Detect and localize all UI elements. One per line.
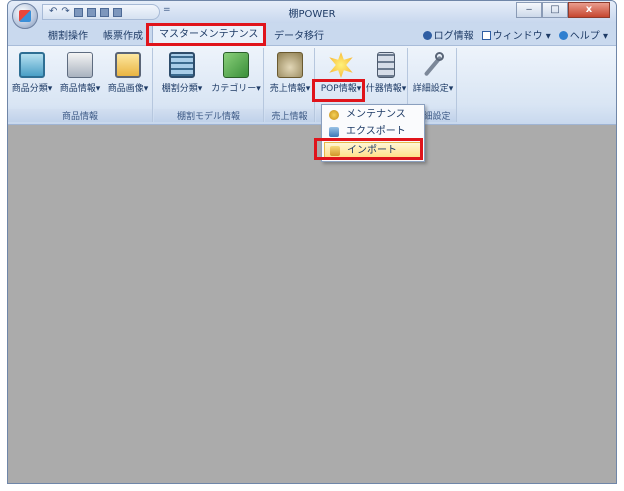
pop-info-button[interactable]: POP情報▾ bbox=[319, 52, 363, 94]
window-menu[interactable]: ウィンドウ ▾ bbox=[481, 27, 551, 42]
group-label-product-info: 商品情報 bbox=[8, 109, 152, 122]
minimize-button[interactable]: ‒ bbox=[516, 2, 542, 18]
pop-burst-icon bbox=[329, 52, 353, 78]
group-sales-info: 売上情報▾ 売上情報 bbox=[265, 48, 315, 122]
app-logo-icon bbox=[19, 10, 31, 22]
product-image-button[interactable]: 商品画像▾ bbox=[106, 52, 150, 94]
money-bag-icon bbox=[277, 52, 303, 78]
shelf-category-button[interactable]: 棚割分類▾ bbox=[158, 52, 206, 94]
export-icon bbox=[329, 127, 339, 137]
category-button[interactable]: カテゴリー▾ bbox=[210, 52, 262, 94]
product-category-button[interactable]: 商品分類▾ bbox=[10, 52, 54, 94]
detail-settings-button[interactable]: 詳細設定▾ bbox=[411, 52, 455, 94]
tab-data-migration[interactable]: データ移行 bbox=[274, 27, 324, 42]
app-window: ↶ ↷ = 棚POWER ‒ □ x 棚割操作 帳票作成 マスターメンテナンス … bbox=[7, 0, 617, 484]
workspace-area bbox=[8, 125, 616, 483]
shelf-category-icon bbox=[169, 52, 195, 78]
log-menu[interactable]: ログ情報 bbox=[422, 27, 474, 42]
maintenance-icon bbox=[329, 110, 339, 120]
fixture-rack-icon bbox=[377, 52, 395, 78]
title-bar: ↶ ↷ = 棚POWER ‒ □ x bbox=[8, 1, 616, 29]
maximize-button[interactable]: □ bbox=[542, 2, 568, 18]
menu-item-export[interactable]: エクスポート bbox=[324, 124, 422, 140]
menu-item-maintenance[interactable]: メンテナンス bbox=[324, 107, 422, 123]
tab-master-maintenance[interactable]: マスターメンテナンス bbox=[152, 25, 266, 45]
product-info-icon bbox=[67, 52, 93, 78]
import-icon bbox=[330, 146, 340, 156]
app-menu-button[interactable] bbox=[12, 3, 38, 29]
help-menu[interactable]: ヘルプ ▾ bbox=[558, 27, 608, 42]
product-info-button[interactable]: 商品情報▾ bbox=[58, 52, 102, 94]
group-label-shelf-model: 棚割モデル情報 bbox=[154, 109, 263, 122]
ribbon-tabs: 棚割操作 帳票作成 マスターメンテナンス データ移行 ログ情報 ウィンドウ ▾ … bbox=[8, 23, 616, 45]
product-category-icon bbox=[19, 52, 45, 78]
product-image-icon bbox=[115, 52, 141, 78]
window-icon bbox=[481, 31, 491, 40]
pop-info-dropdown: メンテナンス エクスポート インポート bbox=[321, 104, 425, 162]
category-icon bbox=[223, 52, 249, 78]
help-icon bbox=[558, 31, 568, 40]
ribbon: 商品分類▾ 商品情報▾ 商品画像▾ 商品情報 棚割分類▾ カテゴリー▾ 棚割モデ… bbox=[8, 45, 616, 125]
wrench-icon bbox=[420, 52, 446, 78]
group-label-sales-info: 売上情報 bbox=[265, 109, 314, 122]
group-shelf-model: 棚割分類▾ カテゴリー▾ 棚割モデル情報 bbox=[154, 48, 264, 122]
menu-item-import[interactable]: インポート bbox=[324, 142, 422, 158]
info-icon bbox=[422, 31, 432, 40]
close-button[interactable]: x bbox=[568, 2, 610, 18]
sales-info-button[interactable]: 売上情報▾ bbox=[268, 52, 312, 94]
tab-shelf-operation[interactable]: 棚割操作 bbox=[48, 27, 88, 42]
group-product-info: 商品分類▾ 商品情報▾ 商品画像▾ 商品情報 bbox=[8, 48, 153, 122]
tab-report[interactable]: 帳票作成 bbox=[103, 27, 143, 42]
fixture-info-button[interactable]: 什器情報▾ bbox=[365, 52, 407, 94]
